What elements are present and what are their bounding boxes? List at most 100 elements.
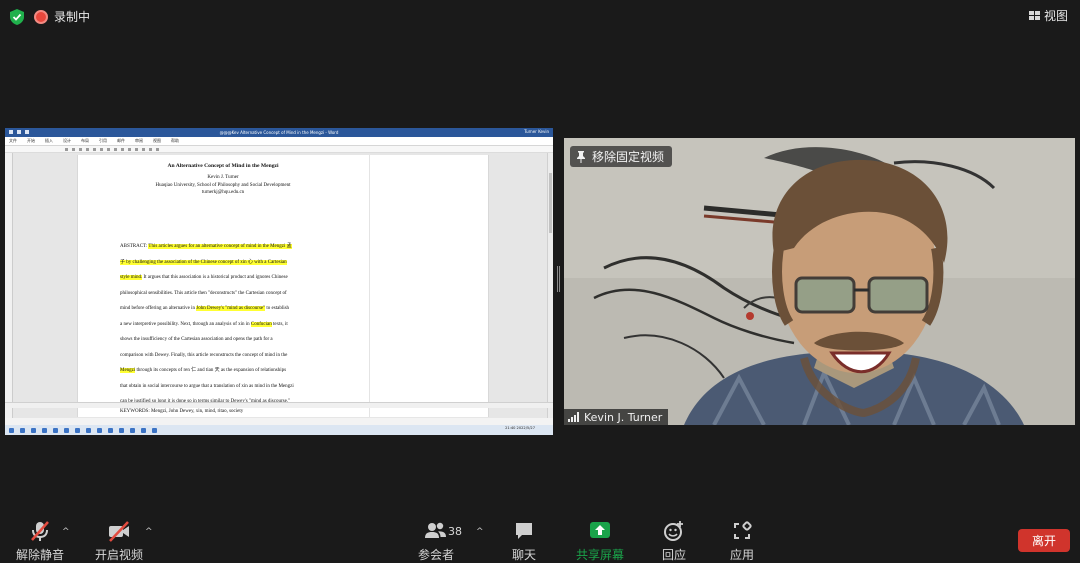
abstract-line: Mengzi through its concepts of ren 仁 and… [120,363,332,379]
doc-email: turnerkj@hqu.edu.cn [201,190,245,195]
shield-icon[interactable] [10,8,24,25]
participants-icon [425,522,446,538]
abstract-line: mind before offering an alternative in J… [120,301,332,317]
shared-screen: @@@Kev Alternative Concept of Mind in th… [5,128,553,435]
meeting-status-bar: 录制中 [10,8,90,25]
share-screen-label: 共享屏幕 [576,548,625,562]
highlighted-text: John Dewey's "mind as discourse" [196,306,266,311]
word-ribbon-tabs: 文件 开始 插入 设计 布局 引用 邮件 审阅 视图 帮助 [5,137,553,146]
abstract-text: It argues that this association is a his… [142,275,288,280]
view-label: 视图 [1043,9,1068,23]
ribbon-tab[interactable]: 文件 [9,138,17,144]
doc-affiliation: Huaqiao University, School of Philosophy… [155,183,291,188]
chat-icon [516,523,532,539]
abstract-line: philosophical sensibilities. This articl… [120,286,332,302]
abstract-text: mind before offering an alternative in [120,306,197,311]
abstract-text: shows the insufficiency of the Cartesian… [120,337,273,342]
abstract-line: 子 by challenging the association of the … [120,255,332,271]
highlighted-text: style mind. [120,275,143,280]
participant-name: Kevin J. Turner [584,410,663,424]
word-title-bar: @@@Kev Alternative Concept of Mind in th… [5,128,553,137]
start-video-button[interactable]: 开启视频 [95,520,143,563]
ribbon-tab[interactable]: 引用 [99,138,107,144]
ribbon-tab[interactable]: 帮助 [171,138,179,144]
apps-icon [734,521,752,539]
chat-label: 聊天 [512,548,537,562]
taskbar-clock: 21:40 2022/5/27 [505,426,535,430]
split-view-handle[interactable] [557,266,560,292]
participants-label: 参会者 [418,548,455,562]
abstract-text: through its concepts of ren 仁 and tian 天… [135,368,287,373]
abstract-text: ABSTRACT: [120,244,149,249]
video-options-caret[interactable]: ^ [145,527,153,537]
doc-author: Kevin J. Turner [207,175,239,180]
abstract-line: ABSTRACT: This articles argues for an al… [120,239,332,255]
abstract-line: a new interpretive possibility. Next, th… [120,317,332,333]
word-window-title: @@@Kev Alternative Concept of Mind in th… [219,130,339,135]
redo-icon[interactable] [25,130,29,134]
participants-options-caret[interactable]: ^ [476,527,484,537]
ribbon-tab[interactable]: 邮件 [117,138,125,144]
abstract-text: that obtain in social intercourse to arg… [120,383,294,389]
share-screen-icon [590,522,610,538]
highlighted-text: Mengzi [120,368,136,373]
apps-button[interactable]: 应用 [730,520,754,563]
word-status-bar [5,402,553,408]
abstract-text: comparison with Dewey. Finally, this art… [120,352,288,358]
participant-video[interactable]: 移除固定视频 Kevin J. Turner [564,138,1075,425]
reactions-button[interactable]: 回应 [662,520,686,563]
ribbon-tab[interactable]: 插入 [45,138,53,144]
unpin-video-label: 移除固定视频 [592,150,665,164]
ribbon-tab[interactable]: 开始 [27,138,35,144]
doc-title: An Alternative Concept of Mind in the Me… [167,163,279,169]
unmute-button[interactable]: 解除静音 [16,520,64,563]
quick-access-toolbar [9,130,29,134]
leave-meeting-button[interactable]: 离开 [1018,529,1070,552]
pin-icon [577,150,585,163]
word-document-area: An Alternative Concept of Mind in the Me… [5,153,553,418]
muted-mic-icon [31,521,49,541]
abstract-text: a new interpretive possibility. Next, th… [120,321,251,327]
grid-view-icon [1028,11,1040,20]
highlighted-text: Confucian [250,321,272,327]
start-icon[interactable] [9,427,14,433]
doc-keywords: KEYWORDS: Mengzi, John Dewey, xin, mind,… [120,409,244,414]
start-video-label: 开启视频 [95,548,144,562]
participants-count: 38 [448,525,462,538]
recording-icon[interactable] [34,9,48,24]
page-margin-line [369,155,370,417]
chat-button[interactable]: 聊天 [512,520,536,563]
ribbon-tab[interactable]: 设计 [63,138,71,144]
abstract-line: style mind. It argues that this associat… [120,270,332,286]
recording-label: 录制中 [54,10,91,24]
audio-options-caret[interactable]: ^ [62,527,70,537]
vertical-ruler [5,153,13,418]
abstract-line: that obtain in social intercourse to arg… [120,379,332,395]
abstract-line: shows the insufficiency of the Cartesian… [120,332,332,348]
abstract-text: philosophical sensibilities. This articl… [120,290,287,296]
doc-abstract: ABSTRACT: This articles argues for an al… [120,239,332,410]
video-frame-image [564,138,1075,425]
reaction-smiley-icon [664,521,683,541]
document-page[interactable]: An Alternative Concept of Mind in the Me… [77,155,489,417]
undo-icon[interactable] [17,130,21,134]
share-screen-button[interactable]: 共享屏幕 [576,520,624,563]
ribbon-tab[interactable]: 视图 [153,138,161,144]
unmute-label: 解除静音 [16,548,65,562]
windows-taskbar: 21:40 2022/5/27 [5,425,553,435]
word-toolbar [5,146,553,153]
participant-name-tag: Kevin J. Turner [564,409,669,425]
word-user: Turner Kevin [524,129,549,134]
ribbon-tab[interactable]: 审阅 [135,138,143,144]
document-scrollbar[interactable] [547,153,553,418]
abstract-text: texts, it [271,321,288,327]
abstract-text: to establish [265,306,290,311]
apps-label: 应用 [730,548,755,562]
reactions-label: 回应 [662,548,687,562]
signal-strength-icon [568,412,579,422]
ribbon-tab[interactable]: 布局 [81,138,89,144]
unpin-video-button[interactable]: 移除固定视频 [570,146,673,167]
save-icon[interactable] [9,130,13,134]
video-off-icon [109,521,129,542]
view-button[interactable]: 视图 [1028,7,1068,24]
